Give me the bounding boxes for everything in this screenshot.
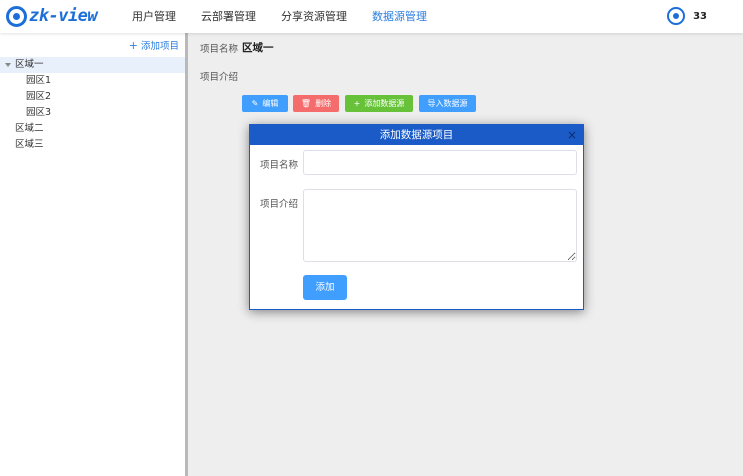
- nav-cloud-deploy[interactable]: 云部署管理: [201, 0, 256, 33]
- user-menu[interactable]: 33: [667, 7, 707, 25]
- tree-node-label: 园区1: [26, 75, 52, 86]
- tree-node-region-1[interactable]: 区域一: [0, 57, 185, 73]
- add-project-label: 添加项目: [140, 41, 179, 52]
- close-icon[interactable]: ×: [567, 125, 577, 145]
- main-nav: 用户管理 云部署管理 分享资源管理 数据源管理: [132, 0, 452, 33]
- dialog-title: 添加数据源项目: [379, 129, 454, 141]
- caret-down-icon[interactable]: [5, 63, 11, 67]
- edit-button[interactable]: ✎ 编辑: [242, 95, 288, 112]
- dialog-header: 添加数据源项目 ×: [250, 125, 583, 145]
- tree-node-region-2[interactable]: 区域二: [0, 121, 185, 137]
- plus-icon: +: [128, 39, 138, 52]
- plus-icon: +: [353, 99, 361, 108]
- user-avatar-icon: [667, 7, 686, 25]
- add-project-button[interactable]: + 添加项目: [129, 38, 179, 52]
- dialog-submit-button[interactable]: 添加: [303, 275, 347, 300]
- tree-node-park-1[interactable]: 园区1: [0, 73, 185, 89]
- tree-node-label: 园区3: [26, 107, 52, 118]
- project-name-value: 区域一: [242, 42, 274, 54]
- project-intro-label: 项目介绍: [200, 72, 239, 83]
- delete-button-label: 删除: [315, 99, 332, 108]
- tree-node-label: 区域二: [15, 123, 44, 134]
- tree-node-label: 区域一: [15, 59, 44, 70]
- add-datasource-label: 添加数据源: [364, 99, 405, 108]
- logo-text: zk-view: [29, 6, 98, 26]
- project-name-label: 项目名称: [200, 44, 239, 55]
- tree-node-label: 区域三: [15, 139, 44, 150]
- tree-node-park-2[interactable]: 园区2: [0, 89, 185, 105]
- project-sidebar: + 添加项目 区域一 园区1 园区2 园区3 区域二 区域三: [0, 33, 185, 476]
- dialog-intro-textarea[interactable]: [303, 189, 577, 262]
- delete-button[interactable]: 🗑 删除: [293, 95, 339, 112]
- edit-icon: ✎: [251, 99, 259, 108]
- tree-node-park-3[interactable]: 园区3: [0, 105, 185, 121]
- app-logo[interactable]: zk-view: [6, 4, 98, 28]
- import-datasource-button[interactable]: 导入数据源: [419, 95, 476, 112]
- nav-share-resources[interactable]: 分享资源管理: [281, 0, 347, 33]
- add-datasource-dialog: 添加数据源项目 × 项目名称 项目介绍 添加: [249, 124, 584, 310]
- nav-datasource-management[interactable]: 数据源管理: [372, 0, 427, 33]
- add-datasource-button[interactable]: + 添加数据源: [345, 95, 413, 112]
- user-name: 33: [693, 10, 707, 22]
- dialog-name-input[interactable]: [303, 150, 577, 175]
- edit-button-label: 编辑: [262, 99, 279, 108]
- trash-icon: 🗑: [300, 99, 312, 108]
- dialog-name-label: 项目名称: [260, 160, 299, 171]
- project-tree: 区域一 园区1 园区2 园区3 区域二 区域三: [0, 57, 185, 153]
- import-datasource-label: 导入数据源: [427, 99, 468, 108]
- logo-ring-icon: [6, 5, 27, 27]
- top-navbar: zk-view 用户管理 云部署管理 分享资源管理 数据源管理 33: [0, 0, 743, 33]
- tree-node-label: 园区2: [26, 91, 52, 102]
- tree-node-region-3[interactable]: 区域三: [0, 137, 185, 153]
- dialog-intro-label: 项目介绍: [260, 199, 299, 210]
- nav-user-management[interactable]: 用户管理: [132, 0, 176, 33]
